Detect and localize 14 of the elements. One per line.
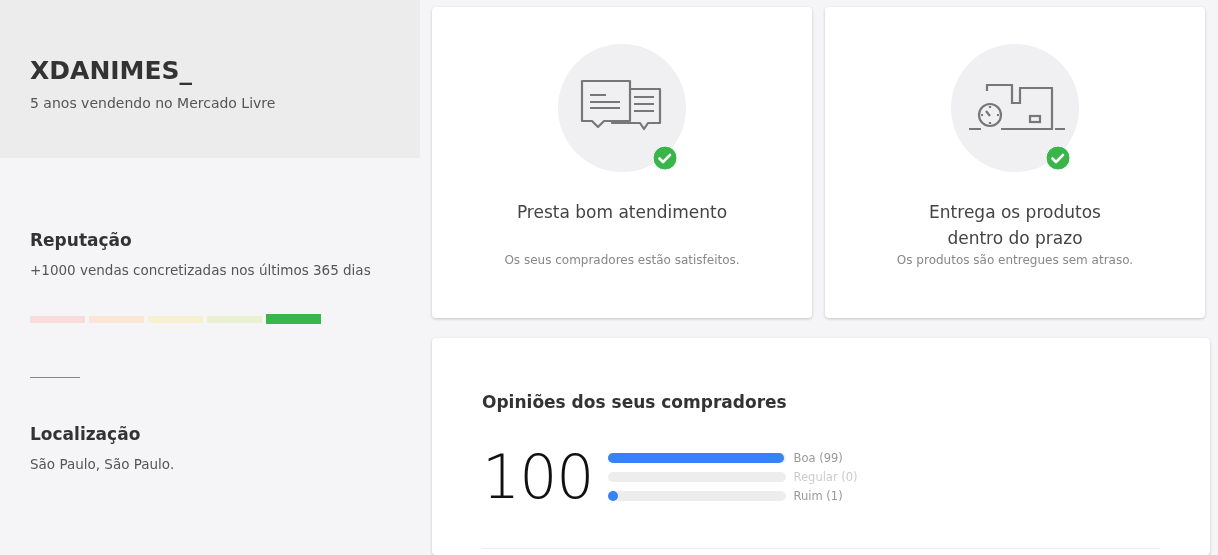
seller-name: XDANIMES_	[30, 55, 194, 85]
metric-title: Entrega os produtos dentro do prazo	[928, 201, 1102, 250]
opinions-heading: Opiniões dos seus compradores	[482, 392, 788, 412]
metric-title: Presta bom atendimento	[515, 201, 729, 224]
opinion-score: 100	[482, 442, 594, 512]
reputation-heading: Reputação	[30, 230, 133, 250]
location-value: São Paulo, São Paulo.	[30, 456, 176, 472]
rating-label: Boa (99)	[793, 451, 843, 465]
location-heading: Localização	[30, 424, 142, 444]
rating-label: Ruim (1)	[793, 489, 843, 503]
sales-summary: +1000 vendas concretizadas nos últimos 365 dias	[30, 262, 372, 278]
metric-description: Os produtos são entregues sem atraso.	[896, 253, 1134, 267]
metric-description: Os seus compradores estão satisfeitos.	[504, 253, 740, 267]
seller-tenure: 5 anos vendendo no Mercado Livre	[30, 94, 277, 111]
